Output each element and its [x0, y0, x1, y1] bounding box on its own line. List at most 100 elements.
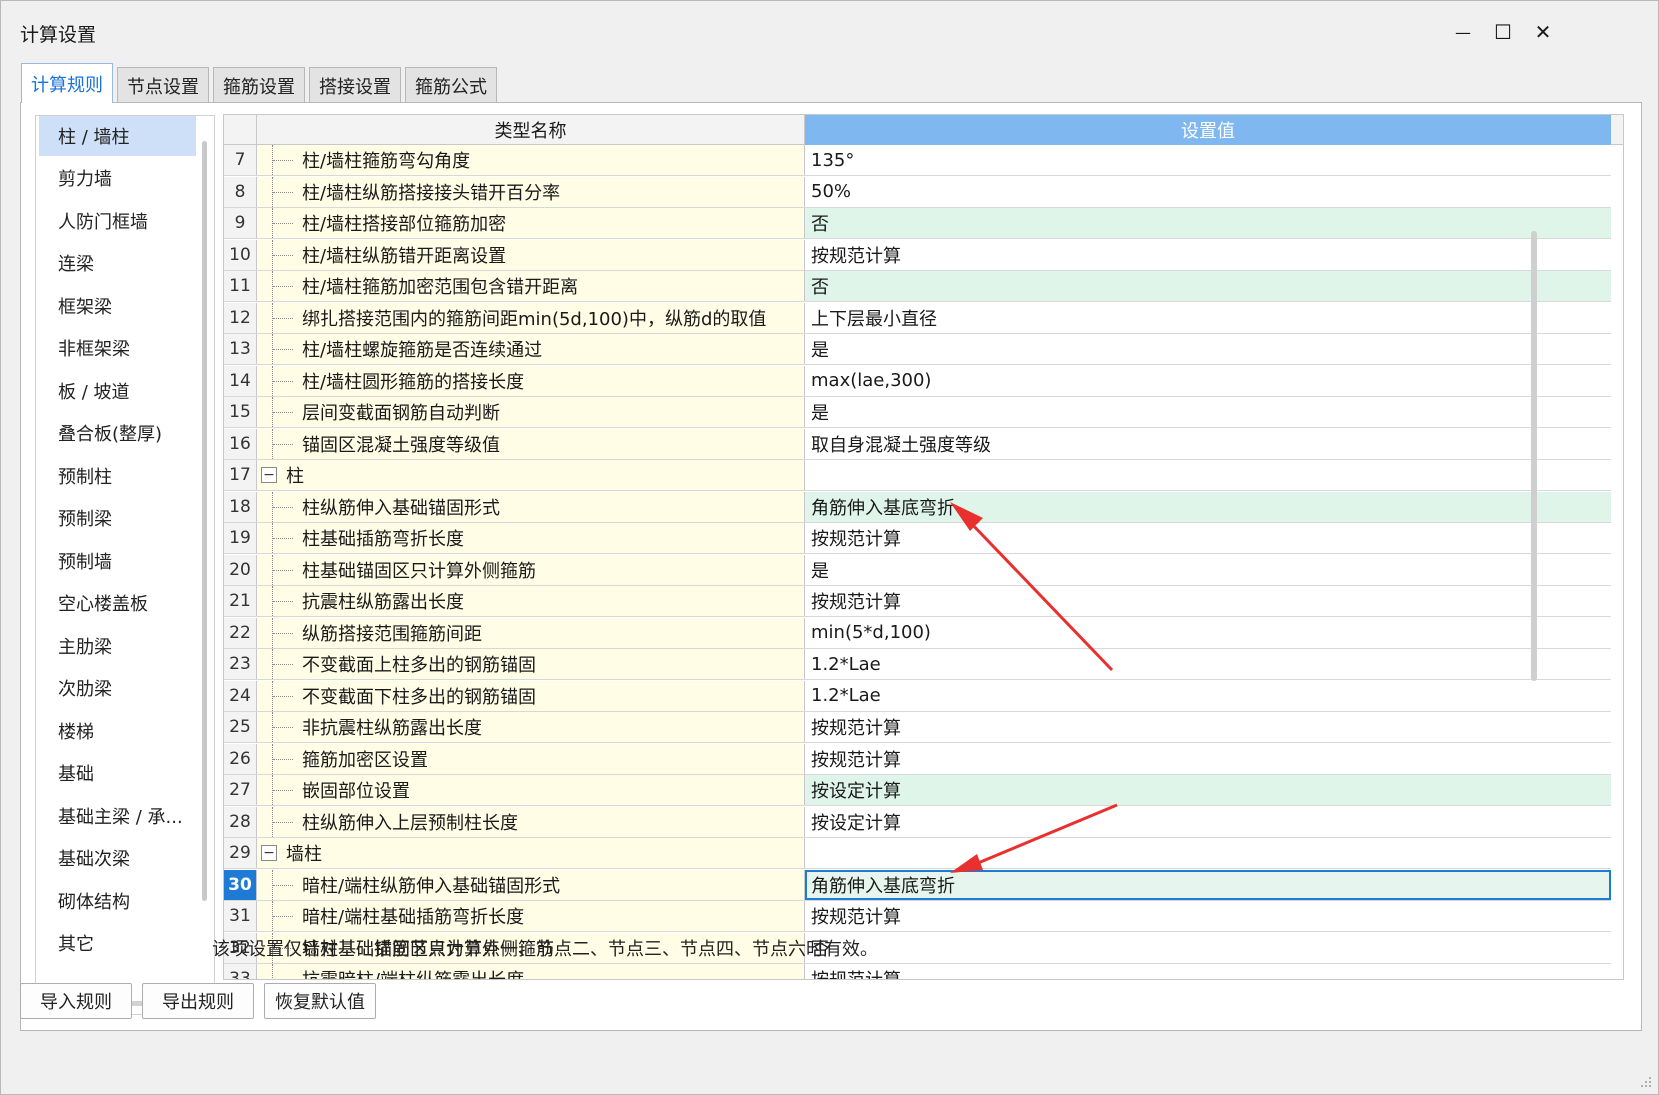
- setting-value-header[interactable]: 设置值: [805, 115, 1611, 145]
- sidebar-item-frame-beam[interactable]: 框架梁: [39, 286, 196, 326]
- sidebar-item-other[interactable]: 其它: [39, 923, 196, 963]
- setting-value-cell[interactable]: 是: [805, 397, 1611, 427]
- sidebar-item-secondary-rib-beam[interactable]: 次肋梁: [39, 668, 196, 708]
- row-number[interactable]: 28: [224, 806, 257, 837]
- row-number[interactable]: 20: [224, 554, 257, 585]
- row-number[interactable]: 27: [224, 775, 257, 805]
- row-number[interactable]: 8: [224, 176, 257, 207]
- setting-value-cell[interactable]: 按规范计算: [805, 239, 1611, 270]
- grid-vertical-scrollbar[interactable]: [1531, 231, 1537, 681]
- setting-value-cell[interactable]: 取自身混凝土强度等级: [805, 428, 1611, 459]
- setting-value-cell[interactable]: 否: [805, 271, 1611, 301]
- row-number[interactable]: 26: [224, 743, 257, 774]
- sidebar-item-precast-column[interactable]: 预制柱: [39, 456, 196, 496]
- tab-node-settings[interactable]: 节点设置: [117, 67, 209, 103]
- table-row[interactable]: 8 柱/墙柱纵筋搭接接头错开百分率 50%: [224, 176, 1611, 208]
- table-row[interactable]: 14 柱/墙柱圆形箍筋的搭接长度 max(lae,300): [224, 365, 1611, 397]
- row-number[interactable]: 12: [224, 302, 257, 333]
- row-number[interactable]: 24: [224, 680, 257, 711]
- sidebar-item-slab-ramp[interactable]: 板 / 坡道: [39, 371, 196, 411]
- sidebar-item-main-rib-beam[interactable]: 主肋梁: [39, 626, 196, 666]
- setting-value-cell[interactable]: 按规范计算: [805, 712, 1611, 742]
- setting-value-cell[interactable]: 按设定计算: [805, 775, 1611, 805]
- type-name-header[interactable]: 类型名称: [257, 115, 805, 145]
- table-row[interactable]: 24 不变截面下柱多出的钢筋锚固 1.2*Lae: [224, 680, 1611, 712]
- table-row[interactable]: 30 暗柱/端柱纵筋伸入基础锚固形式 角筋伸入基底弯折: [224, 869, 1611, 901]
- sidebar-item-non-frame-beam[interactable]: 非框架梁: [39, 328, 196, 368]
- setting-value-cell[interactable]: 按设定计算: [805, 806, 1611, 837]
- setting-value-cell[interactable]: 50%: [805, 176, 1611, 207]
- table-row[interactable]: 21 抗震柱纵筋露出长度 按规范计算: [224, 586, 1611, 617]
- sidebar-item-coupling-beam[interactable]: 连梁: [39, 243, 196, 283]
- close-button[interactable]: ✕: [1521, 15, 1565, 49]
- import-rules-button[interactable]: 导入规则: [20, 983, 132, 1019]
- table-row[interactable]: 7 柱/墙柱箍筋弯勾角度 135°: [224, 145, 1611, 176]
- sidebar-item-stairs[interactable]: 楼梯: [39, 711, 196, 751]
- row-number[interactable]: 7: [224, 145, 257, 175]
- row-number[interactable]: 14: [224, 365, 257, 396]
- sidebar-item-shear-wall[interactable]: 剪力墙: [39, 158, 196, 198]
- table-row[interactable]: 22 纵筋搭接范围箍筋间距 min(5*d,100): [224, 617, 1611, 649]
- setting-value-cell[interactable]: 135°: [805, 145, 1611, 175]
- row-number[interactable]: 22: [224, 617, 257, 648]
- setting-value-cell[interactable]: 按规范计算: [805, 964, 1611, 979]
- row-number[interactable]: 15: [224, 397, 257, 427]
- row-number[interactable]: 23: [224, 649, 257, 679]
- restore-defaults-button[interactable]: 恢复默认值: [264, 983, 376, 1019]
- tab-stirrup-formula[interactable]: 箍筋公式: [405, 67, 497, 103]
- row-number[interactable]: 19: [224, 523, 257, 553]
- row-number[interactable]: 25: [224, 712, 257, 742]
- row-number[interactable]: 33: [224, 964, 257, 979]
- table-row[interactable]: 12 绑扎搭接范围内的箍筋间距min(5d,100)中，纵筋d的取值 上下层最小直径: [224, 302, 1611, 334]
- setting-value-cell[interactable]: 否: [805, 208, 1611, 238]
- row-number[interactable]: 11: [224, 271, 257, 301]
- sidebar-item-composite-slab[interactable]: 叠合板(整厚): [39, 413, 196, 453]
- setting-value-cell[interactable]: 否: [805, 932, 1611, 963]
- sidebar-item-civil-defense-door-wall[interactable]: 人防门框墙: [39, 201, 196, 241]
- table-row[interactable]: 23 不变截面上柱多出的钢筋锚固 1.2*Lae: [224, 649, 1611, 680]
- tab-lap-settings[interactable]: 搭接设置: [309, 67, 401, 103]
- row-number[interactable]: 10: [224, 239, 257, 270]
- setting-value-cell[interactable]: 是: [805, 554, 1611, 585]
- setting-value-cell[interactable]: 1.2*Lae: [805, 649, 1611, 679]
- collapse-icon[interactable]: −: [261, 467, 277, 483]
- sidebar-vertical-scrollbar[interactable]: [202, 141, 207, 901]
- table-row[interactable]: 19 柱基础插筋弯折长度 按规范计算: [224, 523, 1611, 554]
- sidebar-item-hollow-floor-slab[interactable]: 空心楼盖板: [39, 583, 196, 623]
- sidebar-item-precast-wall[interactable]: 预制墙: [39, 541, 196, 581]
- table-row[interactable]: 18 柱纵筋伸入基础锚固形式 角筋伸入基底弯折: [224, 491, 1611, 523]
- table-row[interactable]: 27 嵌固部位设置 按设定计算: [224, 775, 1611, 806]
- sidebar-item-precast-beam[interactable]: 预制梁: [39, 498, 196, 538]
- group-row[interactable]: 17− 柱: [224, 460, 1611, 491]
- table-row[interactable]: 9 柱/墙柱搭接部位箍筋加密 否: [224, 208, 1611, 239]
- table-row[interactable]: 33 抗震暗柱/端柱纵筋露出长度 按规范计算: [224, 964, 1611, 979]
- table-row[interactable]: 26 箍筋加密区设置 按规范计算: [224, 743, 1611, 775]
- tab-calc-rules[interactable]: 计算规则: [21, 63, 113, 103]
- sidebar-item-masonry[interactable]: 砌体结构: [39, 881, 196, 921]
- row-number[interactable]: 31: [224, 901, 257, 931]
- setting-value-cell[interactable]: max(lae,300): [805, 365, 1611, 396]
- row-number[interactable]: 29: [224, 838, 257, 868]
- row-number[interactable]: 21: [224, 586, 257, 616]
- row-number[interactable]: 13: [224, 334, 257, 364]
- table-row[interactable]: 16 锚固区混凝土强度等级值 取自身混凝土强度等级: [224, 428, 1611, 460]
- collapse-icon[interactable]: −: [261, 845, 277, 861]
- setting-value-cell[interactable]: 上下层最小直径: [805, 302, 1611, 333]
- setting-value-cell[interactable]: 按规范计算: [805, 901, 1611, 931]
- setting-value-cell[interactable]: 按规范计算: [805, 586, 1611, 616]
- row-number[interactable]: 30: [224, 869, 257, 900]
- setting-value-cell[interactable]: 按规范计算: [805, 523, 1611, 553]
- table-row[interactable]: 15 层间变截面钢筋自动判断 是: [224, 397, 1611, 428]
- sidebar-item-foundation-main-beam[interactable]: 基础主梁 / 承...: [39, 796, 196, 836]
- maximize-button[interactable]: ☐: [1481, 15, 1525, 49]
- setting-value-cell[interactable]: min(5*d,100): [805, 617, 1611, 648]
- group-row[interactable]: 29− 墙柱: [224, 838, 1611, 869]
- setting-value-cell[interactable]: 角筋伸入基底弯折: [805, 491, 1611, 522]
- sidebar-item-foundation[interactable]: 基础: [39, 753, 196, 793]
- setting-value-cell[interactable]: 1.2*Lae: [805, 680, 1611, 711]
- sidebar-item-foundation-secondary-beam[interactable]: 基础次梁: [39, 838, 196, 878]
- setting-value-cell[interactable]: 角筋伸入基底弯折: [805, 869, 1611, 900]
- export-rules-button[interactable]: 导出规则: [142, 983, 254, 1019]
- tab-stirrup-settings[interactable]: 箍筋设置: [213, 67, 305, 103]
- resize-grip-icon[interactable]: [1640, 1076, 1652, 1088]
